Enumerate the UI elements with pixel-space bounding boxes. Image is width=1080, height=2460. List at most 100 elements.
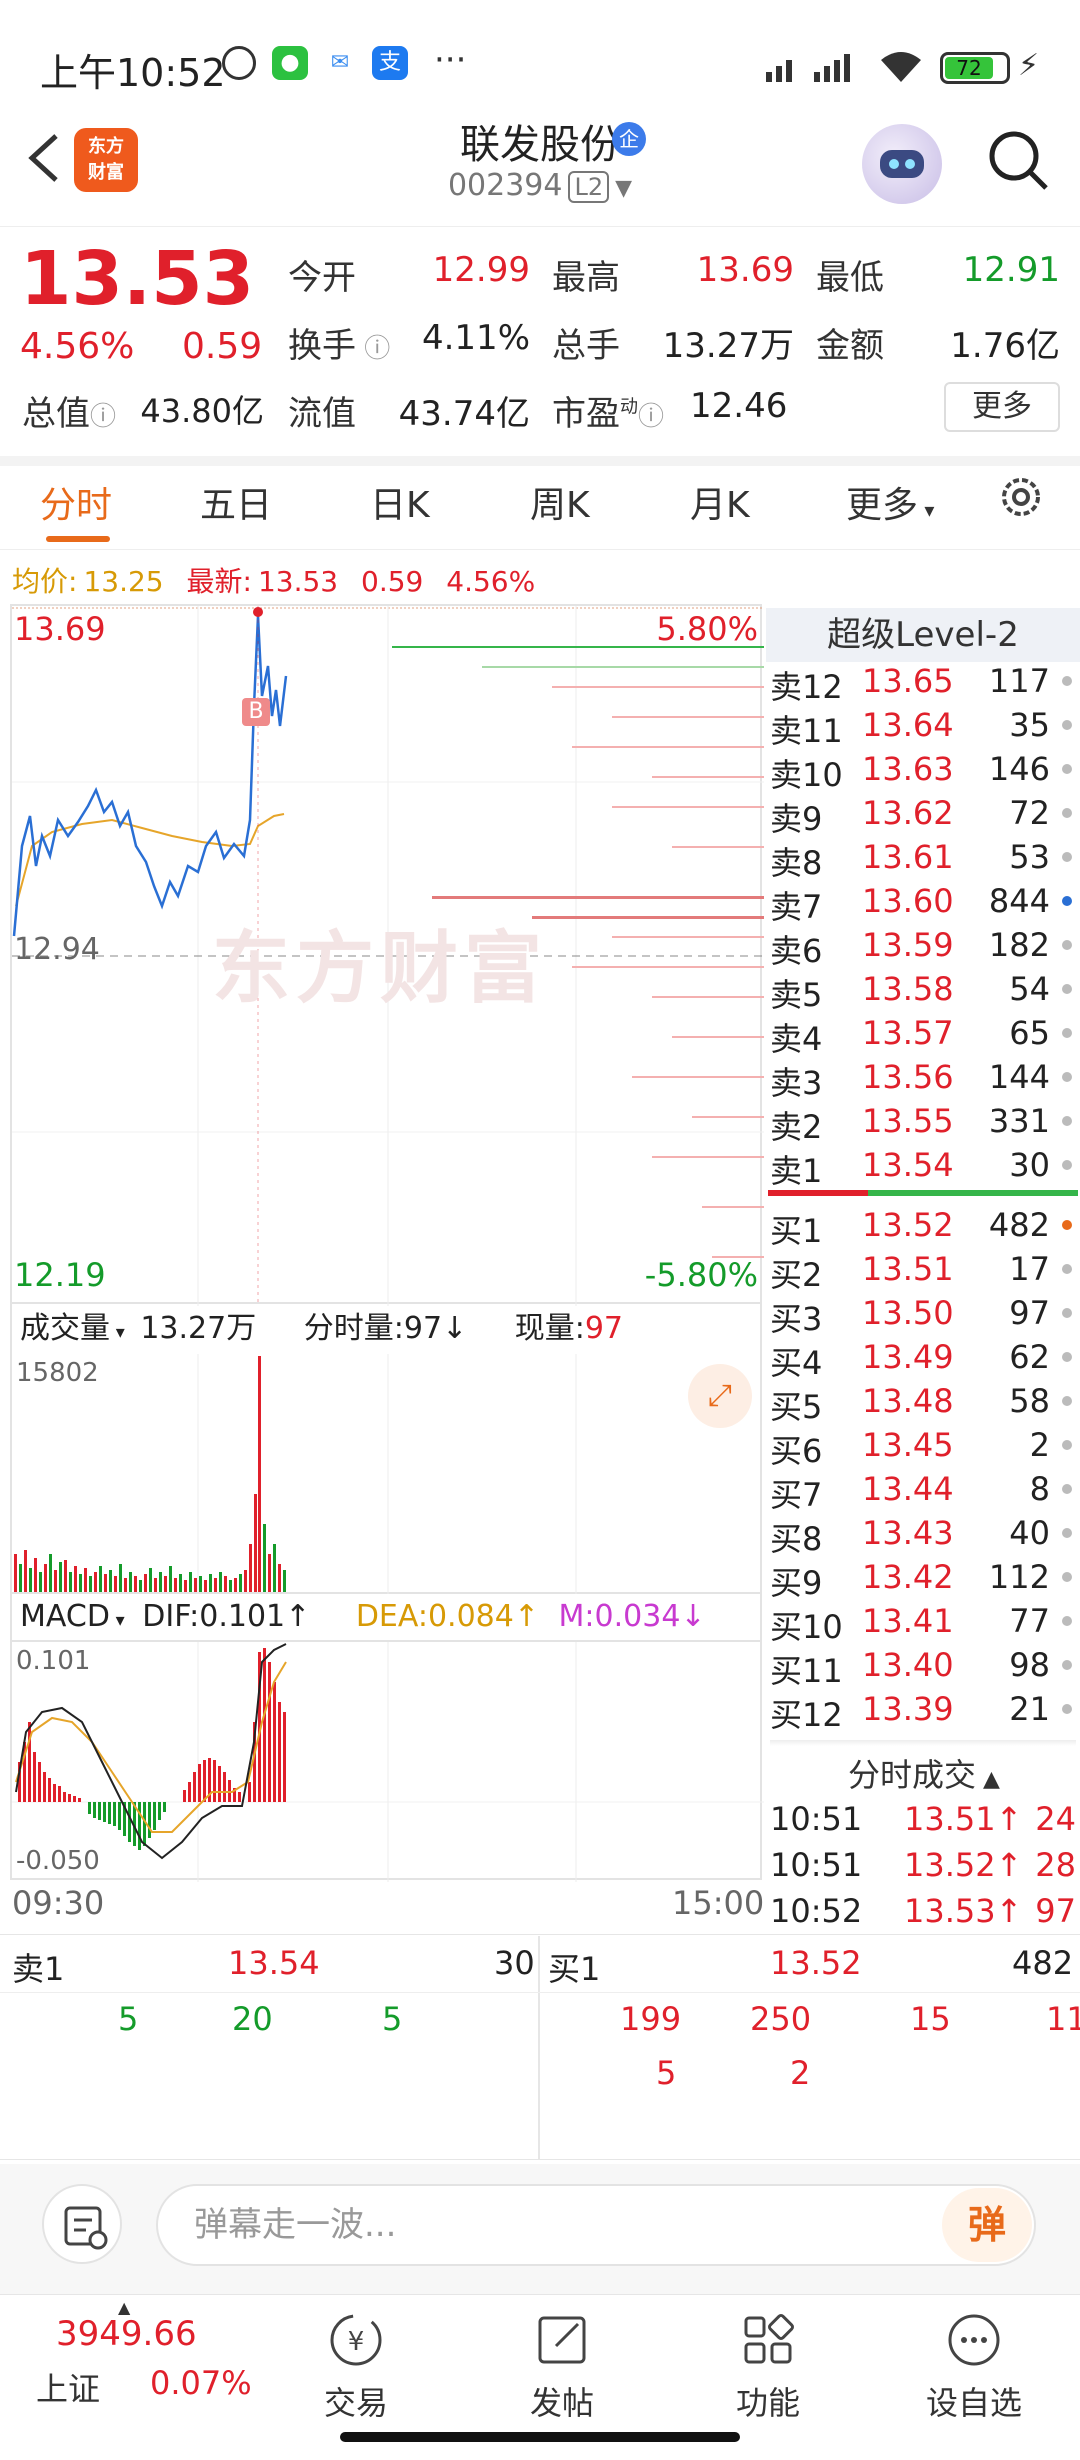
tick-qty: 28	[1035, 1846, 1076, 1884]
ask-row[interactable]: 卖4 13.57 65	[770, 1014, 1076, 1058]
time-start: 09:30	[12, 1884, 105, 1922]
level2-title[interactable]: 超级Level-2	[766, 608, 1080, 662]
bid-price: 13.48	[862, 1382, 954, 1420]
search-icon[interactable]	[986, 128, 1050, 192]
expand-icon[interactable]: ⤢	[688, 1364, 752, 1428]
queue-sell-qty: 30	[494, 1944, 535, 1982]
ask-dot	[1062, 1160, 1072, 1170]
high-value: 13.69	[696, 250, 794, 290]
ask-row[interactable]: 卖9 13.62 72	[770, 794, 1076, 838]
bid-row[interactable]: 买9 13.42 112	[770, 1558, 1076, 1602]
ask-row[interactable]: 卖11 13.64 35	[770, 706, 1076, 750]
pe-value: 12.46	[690, 386, 788, 426]
bid-row[interactable]: 买5 13.48 58	[770, 1382, 1076, 1426]
ask-row[interactable]: 卖8 13.61 53	[770, 838, 1076, 882]
tick-trades-title[interactable]: 分时成交 ▲	[768, 1750, 1080, 1796]
bid-row[interactable]: 买7 13.44 8	[770, 1470, 1076, 1514]
current-price: 13.53	[20, 236, 255, 322]
ask-row[interactable]: 卖1 13.54 30	[770, 1146, 1076, 1190]
ask-row[interactable]: 卖2 13.55 331	[770, 1102, 1076, 1146]
tab-monthly-k[interactable]: 月K	[690, 476, 750, 528]
bid-price: 13.41	[862, 1602, 954, 1640]
pe-label[interactable]: 市盈动ⓘ	[552, 386, 664, 435]
bid-row[interactable]: 买10 13.41 77	[770, 1602, 1076, 1646]
bid-qty: 21	[1009, 1690, 1050, 1728]
bid-dot	[1062, 1264, 1072, 1274]
nav-trade[interactable]: ¥ 交易	[286, 2310, 426, 2424]
ask-dot	[1062, 808, 1072, 818]
tick-price: 13.53↑	[904, 1892, 1023, 1930]
home-indicator[interactable]	[340, 2432, 740, 2442]
info-icon: ⓘ	[90, 402, 117, 432]
nav-add-watchlist[interactable]: 设自选	[904, 2310, 1044, 2424]
intraday-chart[interactable]: B 东方财富 13.69 5.80% 12.94 12.19 -5.80%	[10, 604, 764, 1306]
level1-queue-panel	[0, 1934, 1080, 2160]
ask-level-label: 卖9	[770, 800, 823, 838]
status-time: 上午10:52	[40, 51, 226, 95]
bid-dot	[1062, 1616, 1072, 1626]
bid-row[interactable]: 买6 13.45 2	[770, 1426, 1076, 1470]
tick-time: 10:52	[770, 1892, 863, 1930]
ask-price: 13.58	[862, 970, 954, 1008]
danmu-input[interactable]: 弹幕走一波...	[156, 2184, 1036, 2266]
macd-bottom-label: -0.050	[16, 1846, 100, 1876]
bid-qty: 40	[1009, 1514, 1050, 1552]
index-value[interactable]: 3949.66	[56, 2314, 197, 2354]
chart-bottom-price: 12.19	[14, 1256, 106, 1294]
bid-row[interactable]: 买11 13.40 98	[770, 1646, 1076, 1690]
bid-level-label: 买2	[770, 1256, 823, 1294]
chart-top-pct: 5.80%	[656, 610, 758, 648]
bid-qty: 482	[988, 1206, 1050, 1244]
turnover-label[interactable]: 换手 ⓘ	[288, 318, 390, 367]
tab-daily-k[interactable]: 日K	[370, 476, 430, 528]
nav-functions[interactable]: 功能	[698, 2310, 838, 2424]
ask-level-label: 卖12	[770, 668, 843, 706]
bid-row[interactable]: 买2 13.51 17	[770, 1250, 1076, 1294]
tab-intraday[interactable]: 分时	[40, 476, 112, 528]
volume-chart[interactable]: 15802 ⤢	[10, 1354, 762, 1594]
tab-more[interactable]: 更多 ▾	[846, 476, 934, 528]
tab-five-day[interactable]: 五日	[200, 476, 272, 528]
bid-row[interactable]: 买4 13.49 62	[770, 1338, 1076, 1382]
nav-post[interactable]: 发帖	[492, 2310, 632, 2424]
bid-dot	[1062, 1704, 1072, 1714]
gear-icon[interactable]	[996, 472, 1046, 522]
ask-row[interactable]: 卖3 13.56 144	[770, 1058, 1076, 1102]
ask-row[interactable]: 卖12 13.65 117	[770, 662, 1076, 706]
more-button[interactable]: 更多	[944, 382, 1060, 432]
market-cap-label[interactable]: 总值ⓘ	[22, 386, 116, 435]
ask-level-label: 卖3	[770, 1064, 823, 1102]
robot-assistant-avatar[interactable]	[862, 124, 942, 204]
index-name[interactable]: 上证	[36, 2364, 100, 2410]
ask-qty: 144	[988, 1058, 1050, 1096]
market-cap-value: 43.80亿	[140, 392, 264, 430]
wifi-icon	[878, 48, 924, 84]
ask-level-label: 卖1	[770, 1152, 823, 1190]
bid-row[interactable]: 买3 13.50 97	[770, 1294, 1076, 1338]
index-pct[interactable]: 0.07%	[150, 2364, 252, 2402]
sell-queue-item: 5	[118, 2000, 139, 2038]
note-settings-icon[interactable]	[42, 2184, 122, 2264]
tick-qty: 97	[1035, 1892, 1076, 1930]
macd-indicator-select[interactable]: MACD ▾	[20, 1599, 125, 1634]
bid-qty: 17	[1009, 1250, 1050, 1288]
buy-queue-item: 2	[790, 2054, 811, 2092]
volume-label: 总手	[552, 326, 620, 366]
info-icon: ⓘ	[638, 402, 665, 432]
tab-weekly-k[interactable]: 周K	[530, 476, 590, 528]
queue-sell-price: 13.54	[228, 1944, 320, 1982]
macd-chart[interactable]: 0.101 -0.050	[10, 1640, 764, 1882]
ask-row[interactable]: 卖7 13.60 844	[770, 882, 1076, 926]
ask-qty: 182	[988, 926, 1050, 964]
volume-indicator-select[interactable]: 成交量 ▾	[20, 1311, 125, 1346]
ask-row[interactable]: 卖10 13.63 146	[770, 750, 1076, 794]
bid-row[interactable]: 买12 13.39 21	[770, 1690, 1076, 1734]
ask-row[interactable]: 卖5 13.58 54	[770, 970, 1076, 1014]
bid-row[interactable]: 买8 13.43 40	[770, 1514, 1076, 1558]
buy-marker[interactable]: B	[242, 698, 270, 726]
ask-row[interactable]: 卖6 13.59 182	[770, 926, 1076, 970]
bid-level-label: 买8	[770, 1520, 823, 1558]
grid-icon	[738, 2310, 798, 2370]
bid-row[interactable]: 买1 13.52 482	[770, 1206, 1076, 1250]
danmu-send-button[interactable]: 弹	[942, 2188, 1032, 2262]
